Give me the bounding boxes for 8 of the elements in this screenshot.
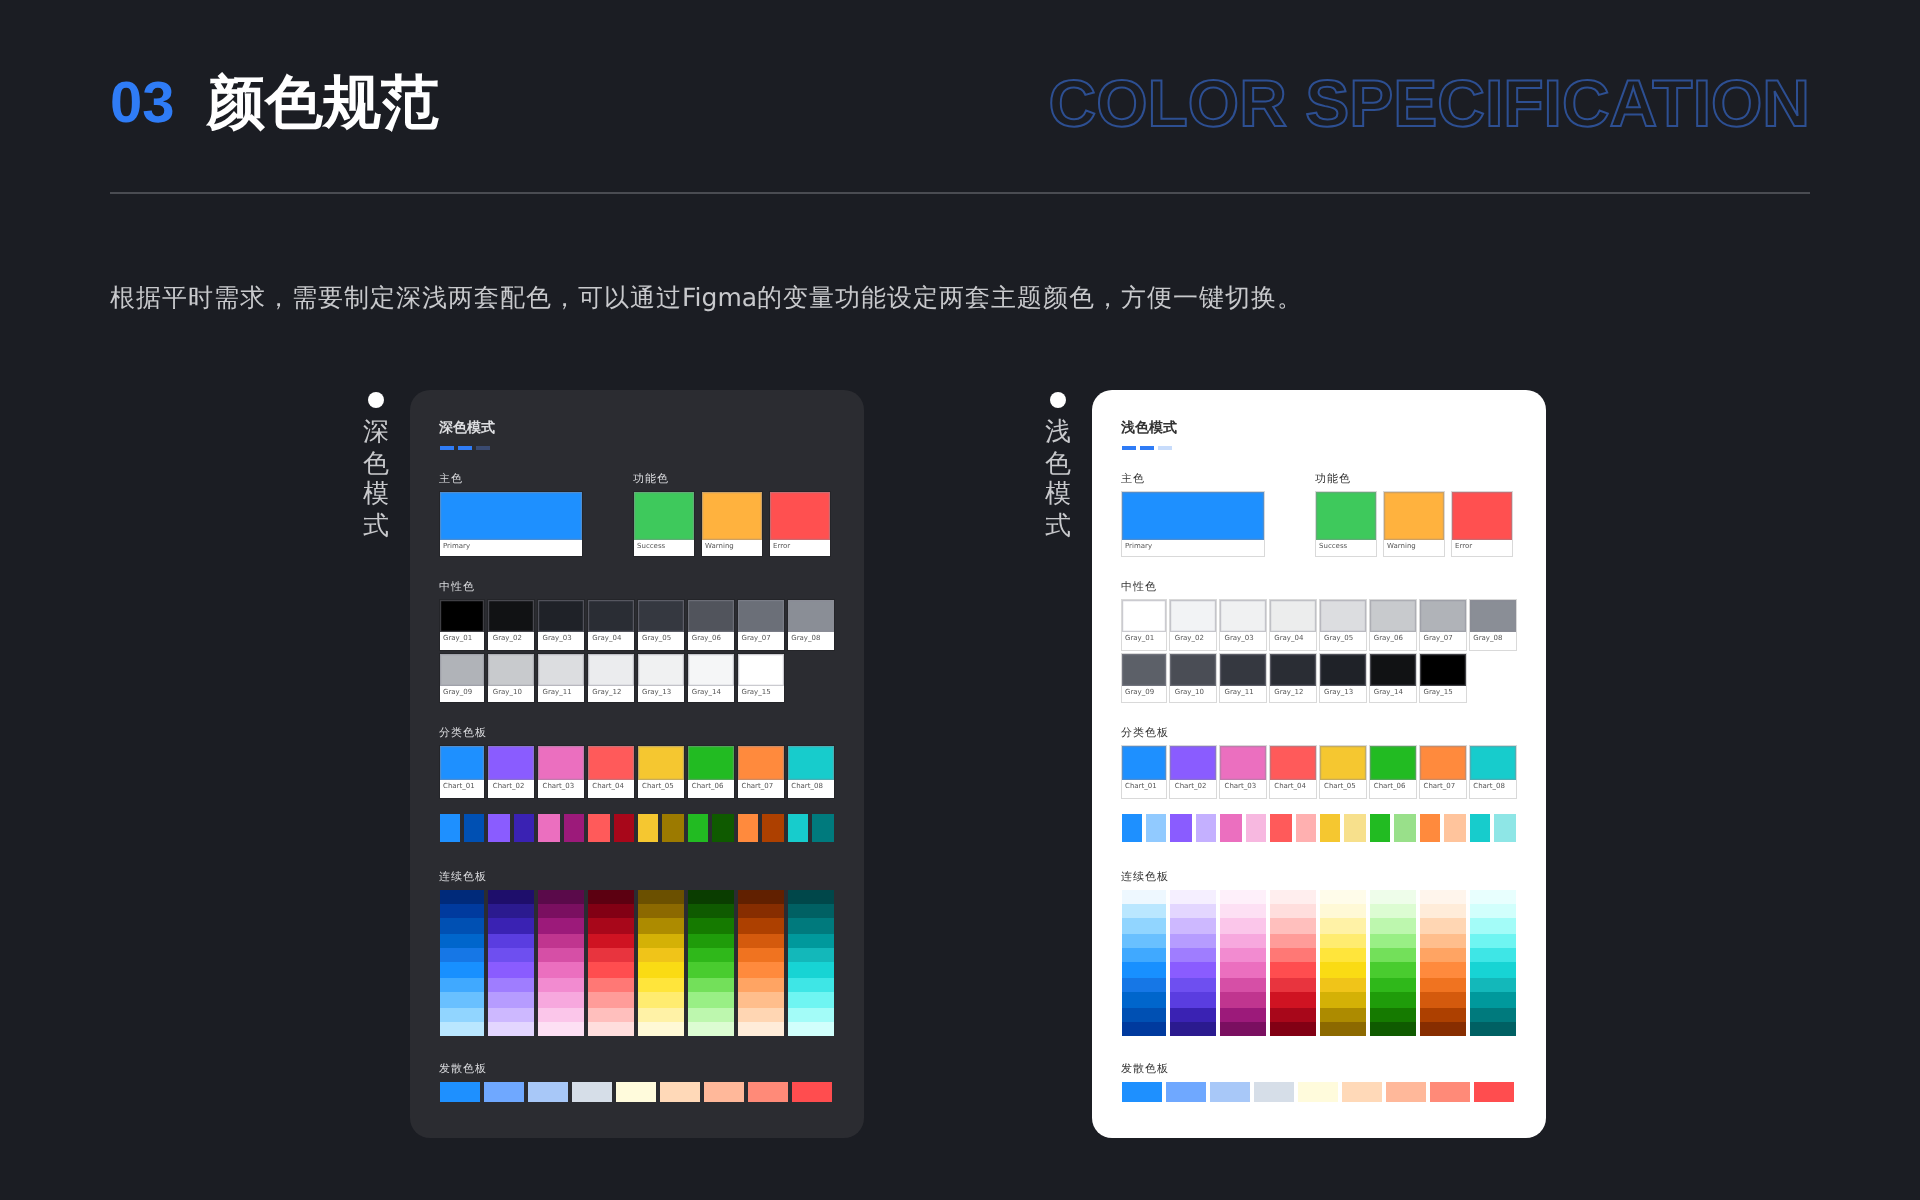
panel-label: 深色模式 [363,418,389,543]
page-title: 颜色规范 [206,66,439,140]
panel-label: 浅色模式 [1045,418,1071,543]
description-text: 根据平时需求，需要制定深浅两套配色，可以通过Figma的变量功能设定两套主题颜色，方便一键切换。 [110,282,1306,316]
dot-icon [368,392,384,408]
section-number: 03 [110,71,175,137]
outlined-subtitle: COLOR SPECIFICATION [1048,66,1810,142]
dot-icon [1050,392,1066,408]
